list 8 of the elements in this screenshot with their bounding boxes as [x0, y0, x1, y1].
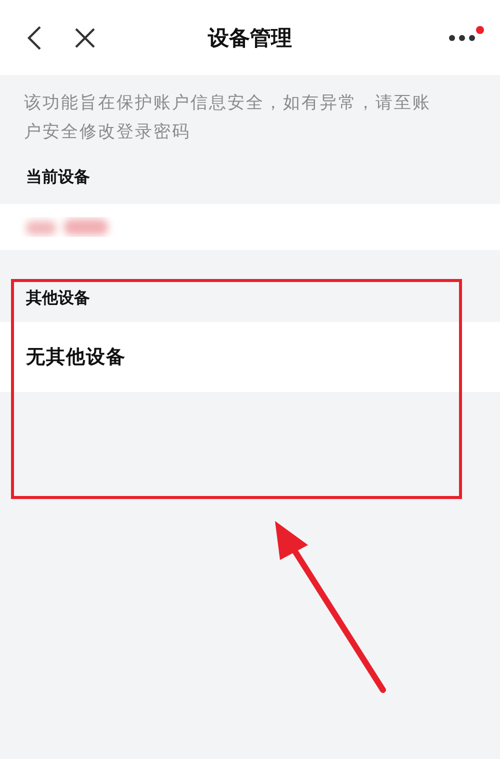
notice-text: 该功能旨在保护账户信息安全，如有异常，请至账户安全修改登录密码 — [23, 92, 432, 144]
section-title: 其他设备 — [26, 288, 90, 308]
close-icon[interactable] — [74, 26, 96, 48]
more-icon[interactable] — [448, 34, 476, 42]
page-title: 设备管理 — [208, 24, 292, 52]
section-title: 当前设备 — [26, 166, 90, 188]
empty-message: 无其他设备 — [26, 345, 126, 370]
back-icon[interactable] — [26, 24, 42, 50]
